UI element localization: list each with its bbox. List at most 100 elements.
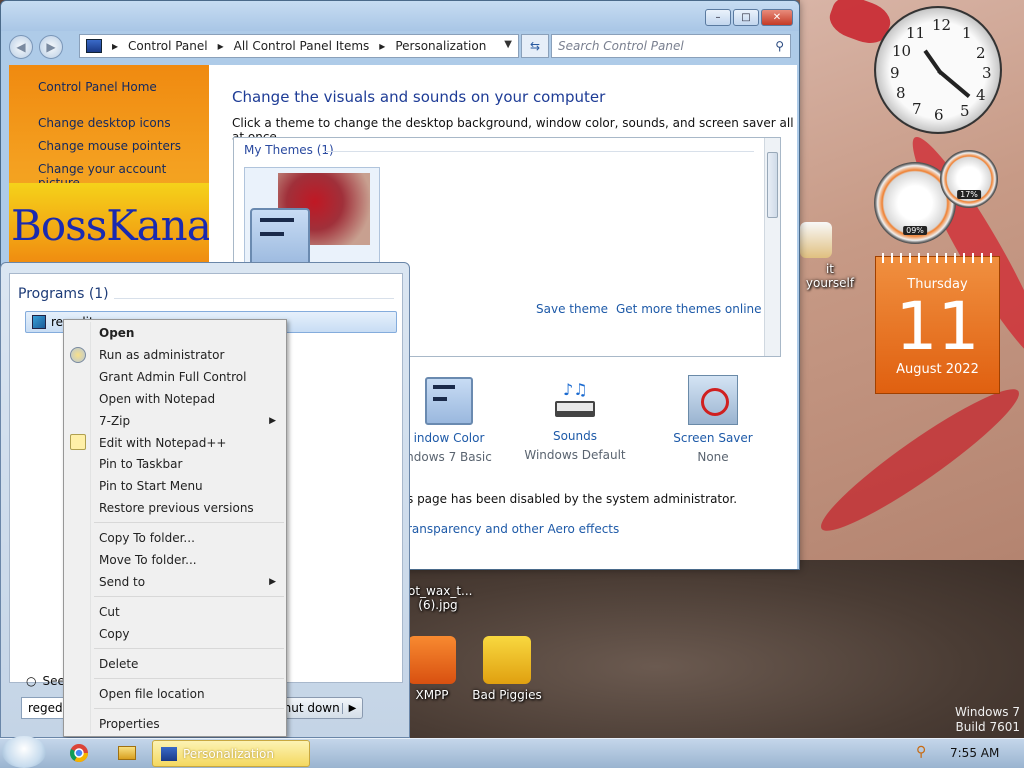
notepad-plus-icon <box>70 434 86 450</box>
menu-item-delete[interactable]: Delete <box>99 657 138 671</box>
scroll-thumb[interactable] <box>767 152 778 218</box>
control-panel-icon <box>86 39 102 53</box>
theme-tile[interactable] <box>244 167 380 277</box>
window-color-label[interactable]: indow Color <box>399 431 499 445</box>
calendar-rings <box>882 253 994 263</box>
menu-item-restore[interactable]: Restore previous versions <box>99 501 254 515</box>
memory-meter-gadget[interactable]: 17% <box>940 150 998 208</box>
folder-icon <box>118 746 136 760</box>
breadcrumb-separator: ▸ <box>217 39 224 53</box>
clock-gadget[interactable]: 12 1 2 3 4 5 6 7 8 9 10 11 <box>874 6 1002 134</box>
context-menu: Open Run as administrator Grant Admin Fu… <box>63 319 287 737</box>
desktop-icon-diy[interactable]: it yourself <box>800 222 860 290</box>
window-bar <box>260 232 284 236</box>
aero-effects-link[interactable]: ransparency and other Aero effects <box>407 522 619 536</box>
menu-item-copy[interactable]: Copy <box>99 627 129 641</box>
menu-item-run-as-admin[interactable]: Run as administrator <box>99 348 224 362</box>
programs-header: Programs (1) <box>18 286 109 302</box>
sidebar: Control Panel Home Change desktop icons … <box>9 65 236 265</box>
menu-item-grant-admin[interactable]: Grant Admin Full Control <box>99 370 246 384</box>
window-controls: – □ ✕ <box>705 9 793 26</box>
chevron-right-icon[interactable]: ▶ <box>342 702 362 714</box>
sidebar-item-mouse-pointers[interactable]: Change mouse pointers <box>38 139 181 153</box>
taskbar-personalization[interactable]: Personalization <box>152 740 310 767</box>
desktop-icon-label: it yourself <box>805 262 855 290</box>
window-bar <box>260 218 294 222</box>
clock-number: 8 <box>896 84 906 102</box>
divider <box>324 151 754 152</box>
theme-window-color-icon <box>250 208 310 270</box>
sounds-item[interactable]: ♪♫ Sounds Windows Default <box>521 375 629 462</box>
chevron-down-icon[interactable]: ▼ <box>504 39 512 50</box>
sidebar-banner: BossKanae <box>9 183 236 265</box>
search-icon[interactable]: ⚲ <box>916 744 926 760</box>
maximize-button[interactable]: □ <box>733 9 759 26</box>
address-bar[interactable]: ▸ Control Panel ▸ All Control Panel Item… <box>79 34 519 58</box>
menu-gutter <box>90 322 91 734</box>
menu-item-7zip[interactable]: 7-Zip <box>99 414 130 428</box>
save-theme-link[interactable]: Save theme <box>536 302 608 316</box>
desktop-icon-label: ot_wax_t... <box>408 584 473 598</box>
search-icon[interactable]: ⚲ <box>775 39 784 53</box>
search-icon: ○ <box>26 674 37 688</box>
windows-build-watermark: Windows 7 Build 7601 <box>940 705 1020 735</box>
screen-saver-sub: None <box>697 450 729 464</box>
clock-number: 4 <box>976 86 986 104</box>
close-button[interactable]: ✕ <box>761 9 793 26</box>
screen-saver-label[interactable]: Screen Saver <box>663 431 763 445</box>
breadcrumb-control-panel[interactable]: Control Panel <box>128 39 208 53</box>
menu-item-copy-to[interactable]: Copy To folder... <box>99 531 195 545</box>
breadcrumb-separator: ▸ <box>112 39 119 53</box>
search-input[interactable]: Search Control Panel ⚲ <box>551 34 791 58</box>
start-button[interactable] <box>2 736 46 768</box>
menu-separator <box>94 678 284 679</box>
menu-item-pin-start[interactable]: Pin to Start Menu <box>99 479 203 493</box>
breadcrumb-all-items[interactable]: All Control Panel Items <box>234 39 370 53</box>
clock-number: 7 <box>912 100 922 118</box>
window-bar <box>433 397 447 401</box>
clock-number: 5 <box>960 102 970 120</box>
clock-number: 11 <box>906 24 926 42</box>
menu-item-cut[interactable]: Cut <box>99 605 120 619</box>
theme-scrollbar[interactable] <box>764 138 780 356</box>
disabled-notice: s page has been disabled by the system a… <box>407 492 738 506</box>
menu-item-open-notepad[interactable]: Open with Notepad <box>99 392 215 406</box>
sounds-sub: Windows Default <box>524 448 626 462</box>
bad-piggies-icon <box>483 636 531 684</box>
back-button[interactable]: ◀ <box>9 35 33 59</box>
title-bar[interactable]: – □ ✕ <box>1 1 799 31</box>
explorer-taskbar-icon[interactable] <box>106 740 148 766</box>
menu-item-open-location[interactable]: Open file location <box>99 687 205 701</box>
menu-item-send-to[interactable]: Send to <box>99 575 145 589</box>
clock-time[interactable]: 7:55 AM <box>950 746 999 760</box>
shield-icon <box>70 347 86 363</box>
desktop-icon-xampp[interactable]: XMPP <box>404 636 460 702</box>
sidebar-item-control-panel-home[interactable]: Control Panel Home <box>38 80 157 94</box>
menu-item-properties[interactable]: Properties <box>99 717 160 731</box>
clock-number: 12 <box>932 16 952 34</box>
forward-button[interactable]: ▶ <box>39 35 63 59</box>
desktop-icon-bad-piggies[interactable]: Bad Piggies <box>472 636 542 702</box>
sidebar-item-desktop-icons[interactable]: Change desktop icons <box>38 116 171 130</box>
document-icon <box>800 222 832 258</box>
clock-number: 9 <box>890 64 900 82</box>
chrome-taskbar-icon[interactable] <box>58 740 100 766</box>
menu-separator <box>94 648 284 649</box>
desktop-icon-jpg[interactable]: ot_wax_t... (6).jpg <box>408 584 473 612</box>
sounds-label[interactable]: Sounds <box>521 429 629 443</box>
menu-item-open[interactable]: Open <box>99 326 134 340</box>
get-more-themes-link[interactable]: Get more themes online <box>616 302 762 316</box>
menu-item-move-to[interactable]: Move To folder... <box>99 553 197 567</box>
desktop-icon-label: XMPP <box>415 688 449 702</box>
refresh-button[interactable]: ⇆ <box>521 34 549 58</box>
breadcrumb-personalization[interactable]: Personalization <box>395 39 486 53</box>
clock-hour-hand <box>923 49 943 75</box>
minimize-button[interactable]: – <box>705 9 731 26</box>
menu-item-notepad-plus[interactable]: Edit with Notepad++ <box>99 436 226 450</box>
screen-saver-item[interactable]: Screen Saver None <box>663 375 763 464</box>
navigation-bar: ◀ ▶ ▸ Control Panel ▸ All Control Panel … <box>9 34 793 60</box>
menu-item-pin-taskbar[interactable]: Pin to Taskbar <box>99 457 182 471</box>
calendar-gadget[interactable]: Thursday 11 August 2022 <box>875 253 1000 394</box>
window-color-item[interactable]: indow Color ndows 7 Basic <box>399 377 499 464</box>
window-color-icon <box>425 377 473 425</box>
